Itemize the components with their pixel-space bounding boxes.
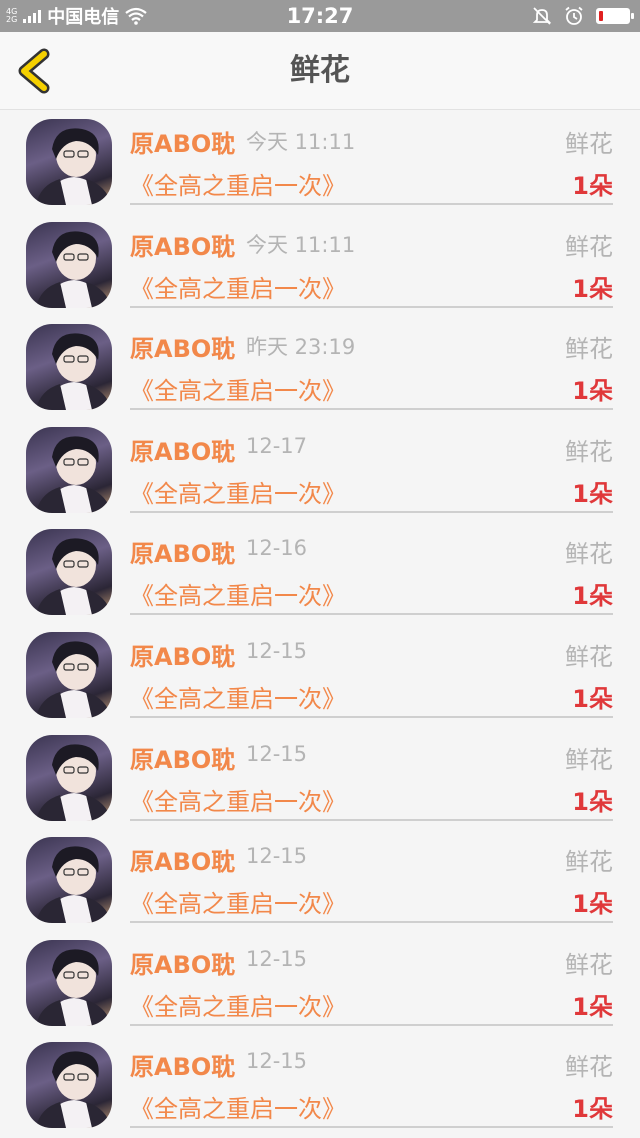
gift-type: 鲜花 — [565, 335, 613, 364]
avatar-portrait-icon — [36, 231, 112, 308]
user-name[interactable]: 原ABO耽 — [130, 329, 235, 364]
record-time: 12-17 — [246, 433, 308, 458]
avatar-portrait-icon — [36, 436, 112, 513]
book-title[interactable]: 《全高之重启一次》 — [130, 987, 346, 1022]
gift-type: 鲜花 — [565, 950, 613, 979]
user-name[interactable]: 原ABO耽 — [130, 432, 235, 467]
battery-level — [599, 11, 603, 21]
record-time: 12-15 — [246, 741, 308, 766]
user-name[interactable]: 原ABO耽 — [130, 124, 235, 159]
user-name[interactable]: 原ABO耽 — [130, 842, 235, 877]
gift-amount: 1朵 — [572, 992, 613, 1021]
record-info: 原ABO耽 12-15 鲜花 《全高之重启一次》 1朵 — [130, 1033, 613, 1129]
record-time: 12-15 — [246, 1049, 308, 1074]
avatar[interactable] — [26, 119, 112, 205]
gift-amount: 1朵 — [572, 172, 613, 200]
avatar-portrait-icon — [36, 743, 112, 821]
book-title[interactable]: 《全高之重启一次》 — [130, 576, 346, 611]
gift-amount: 1朵 — [572, 479, 613, 508]
list-item[interactable]: 原ABO耽 12-15 鲜花 《全高之重启一次》 1朵 — [0, 931, 640, 1034]
user-name[interactable]: 原ABO耽 — [130, 740, 235, 775]
avatar[interactable] — [26, 939, 112, 1026]
avatar[interactable] — [26, 631, 112, 718]
record-info: 原ABO耽 昨天 23:19 鲜花 《全高之重启一次》 1朵 — [130, 315, 613, 411]
record-time: 今天 11:11 — [246, 130, 356, 154]
record-time: 昨天 23:19 — [246, 335, 356, 360]
book-title[interactable]: 《全高之重启一次》 — [130, 166, 346, 201]
record-time: 12-16 — [246, 536, 308, 561]
avatar-portrait-icon — [36, 846, 112, 924]
nav-bar: 鲜花 — [0, 32, 640, 110]
avatar[interactable] — [26, 221, 112, 308]
book-title[interactable]: 《全高之重启一次》 — [130, 782, 346, 817]
list-item[interactable]: 原ABO耽 昨天 23:19 鲜花 《全高之重启一次》 1朵 — [0, 315, 640, 418]
mute-bell-icon — [532, 7, 552, 25]
gift-amount: 1朵 — [572, 787, 613, 816]
gift-amount: 1朵 — [572, 582, 613, 611]
avatar-portrait-icon — [36, 1051, 112, 1129]
record-time: 12-15 — [246, 844, 308, 869]
book-title[interactable]: 《全高之重启一次》 — [130, 371, 346, 406]
avatar-portrait-icon — [36, 128, 112, 205]
gift-type: 鲜花 — [565, 540, 613, 569]
avatar-portrait-icon — [36, 333, 112, 411]
list-item[interactable]: 原ABO耽 12-15 鲜花 《全高之重启一次》 1朵 — [0, 1033, 640, 1136]
book-title[interactable]: 《全高之重启一次》 — [130, 679, 346, 714]
battery-icon — [596, 8, 634, 24]
avatar[interactable] — [26, 324, 112, 411]
list-item[interactable]: 原ABO耽 12-16 鲜花 《全高之重启一次》 1朵 — [0, 520, 640, 623]
gift-type: 鲜花 — [565, 642, 613, 671]
record-time: 12-15 — [246, 946, 308, 971]
gift-amount: 1朵 — [572, 890, 613, 919]
flower-record-list: 原ABO耽 今天 11:11 鲜花 《全高之重启一次》 1朵 原ABO耽 今天 … — [0, 110, 640, 1136]
avatar[interactable] — [26, 1042, 112, 1129]
book-title[interactable]: 《全高之重启一次》 — [130, 474, 346, 509]
record-info: 原ABO耽 今天 11:11 鲜花 《全高之重启一次》 1朵 — [130, 110, 613, 205]
record-info: 原ABO耽 12-17 鲜花 《全高之重启一次》 1朵 — [130, 418, 613, 513]
user-name[interactable]: 原ABO耽 — [130, 534, 235, 569]
avatar[interactable] — [26, 529, 112, 616]
record-info: 原ABO耽 今天 11:11 鲜花 《全高之重启一次》 1朵 — [130, 213, 613, 308]
avatar-portrait-icon — [36, 949, 112, 1026]
list-item[interactable]: 原ABO耽 12-15 鲜花 《全高之重启一次》 1朵 — [0, 726, 640, 829]
user-name[interactable]: 原ABO耽 — [130, 637, 235, 672]
record-info: 原ABO耽 12-15 鲜花 《全高之重启一次》 1朵 — [130, 931, 613, 1026]
record-info: 原ABO耽 12-16 鲜花 《全高之重启一次》 1朵 — [130, 520, 613, 616]
avatar[interactable] — [26, 734, 112, 821]
alarm-icon — [565, 6, 583, 25]
list-item[interactable]: 原ABO耽 12-17 鲜花 《全高之重启一次》 1朵 — [0, 418, 640, 521]
gift-amount: 1朵 — [572, 377, 613, 406]
gift-amount: 1朵 — [572, 1095, 613, 1124]
list-item[interactable]: 原ABO耽 今天 11:11 鲜花 《全高之重启一次》 1朵 — [0, 110, 640, 213]
gift-type: 鲜花 — [565, 1053, 613, 1082]
gift-amount: 1朵 — [572, 684, 613, 713]
list-item[interactable]: 原ABO耽 12-15 鲜花 《全高之重启一次》 1朵 — [0, 623, 640, 726]
record-info: 原ABO耽 12-15 鲜花 《全高之重启一次》 1朵 — [130, 828, 613, 924]
list-item[interactable]: 原ABO耽 12-15 鲜花 《全高之重启一次》 1朵 — [0, 828, 640, 931]
book-title[interactable]: 《全高之重启一次》 — [130, 1089, 346, 1124]
gift-type: 鲜花 — [565, 848, 613, 877]
record-time: 今天 11:11 — [246, 232, 356, 257]
record-time: 12-15 — [246, 638, 308, 663]
avatar[interactable] — [26, 426, 112, 513]
gift-type: 鲜花 — [565, 437, 613, 466]
gift-type: 鲜花 — [565, 232, 613, 261]
user-name[interactable]: 原ABO耽 — [130, 227, 235, 262]
book-title[interactable]: 《全高之重启一次》 — [130, 884, 346, 919]
gift-amount: 1朵 — [572, 274, 613, 303]
record-info: 原ABO耽 12-15 鲜花 《全高之重启一次》 1朵 — [130, 623, 613, 718]
gift-type: 鲜花 — [565, 130, 613, 158]
user-name[interactable]: 原ABO耽 — [130, 945, 235, 980]
record-info: 原ABO耽 12-15 鲜花 《全高之重启一次》 1朵 — [130, 726, 613, 821]
avatar-portrait-icon — [36, 538, 112, 616]
status-bar: 4G 2G 中国电信 17:27 — [0, 0, 640, 32]
page-title: 鲜花 — [290, 53, 350, 88]
user-name[interactable]: 原ABO耽 — [130, 1047, 235, 1082]
list-item[interactable]: 原ABO耽 今天 11:11 鲜花 《全高之重启一次》 1朵 — [0, 213, 640, 316]
book-title[interactable]: 《全高之重启一次》 — [130, 269, 346, 304]
avatar[interactable] — [26, 837, 112, 924]
avatar-portrait-icon — [36, 641, 112, 718]
gift-type: 鲜花 — [565, 745, 613, 774]
